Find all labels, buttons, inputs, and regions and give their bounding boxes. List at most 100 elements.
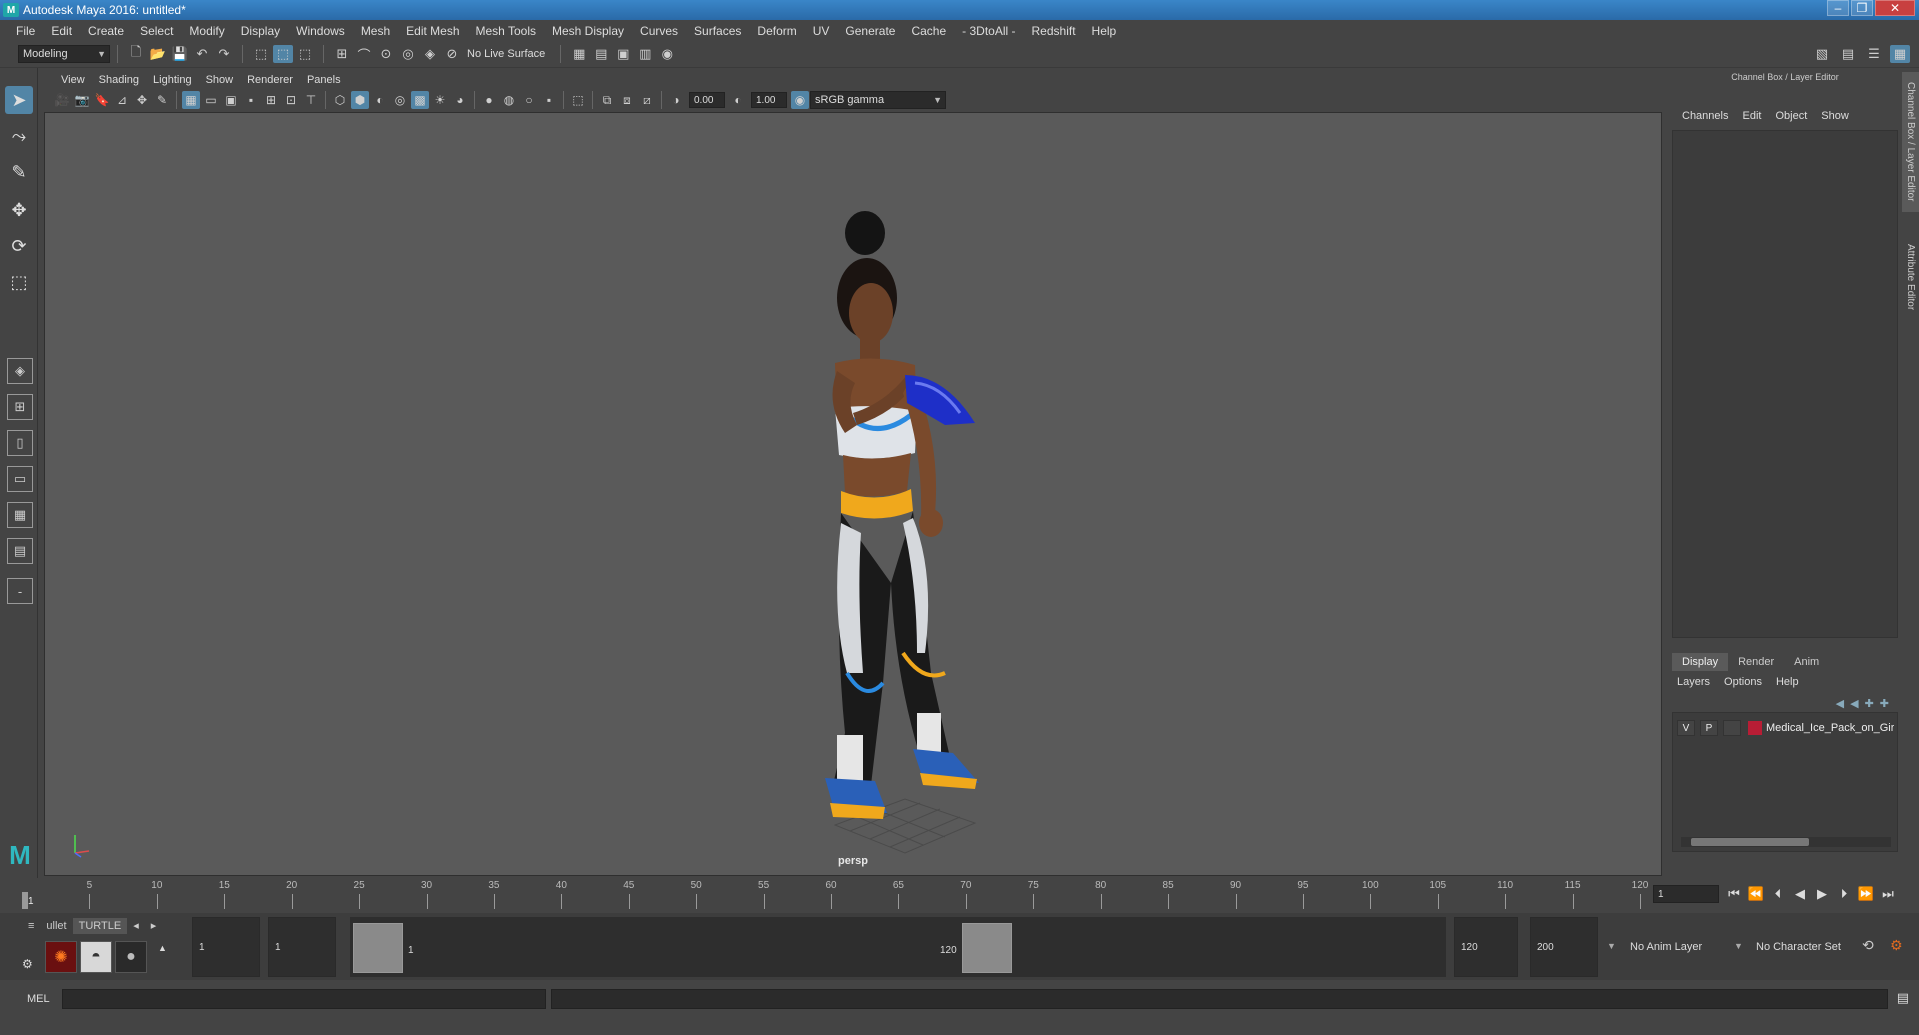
time-slider-track[interactable]: 1 5 10 15 20 25 30 35 40 45 50 55 60 65 70 75 80 85 90 95 1… [22,880,1648,909]
channel-box-icon[interactable]: ▦ [1890,45,1910,63]
four-view-layout-icon[interactable]: ⊞ [7,394,33,420]
2d-pan-zoom-icon[interactable]: ✥ [133,91,151,109]
channel-menu-object[interactable]: Object [1768,110,1814,122]
scale-tool-icon[interactable]: ⬚ [5,268,33,296]
layer-visibility-toggle[interactable]: V [1677,720,1695,736]
single-perspective-layout-icon[interactable]: ◈ [7,358,33,384]
menu-cache[interactable]: Cache [903,24,954,38]
new-layer-selected-icon[interactable]: ✚ [1880,697,1889,710]
xray-joints-icon[interactable]: ⧄ [638,91,656,109]
menu-create[interactable]: Create [80,24,132,38]
animation-start-field[interactable]: 1 [192,917,260,977]
persp-graph-layout-icon[interactable]: ▭ [7,466,33,492]
play-backwards-icon[interactable]: ◀ [1791,884,1809,904]
anti-aliasing-icon[interactable]: ○ [520,91,538,109]
shelf-scroll-left-icon[interactable]: ◂ [127,917,145,934]
scrollbar-thumb[interactable] [1691,838,1809,846]
menu-curves[interactable]: Curves [632,24,686,38]
step-back-key-icon[interactable]: ⏴ [1769,884,1787,904]
restore-button[interactable]: ❐ [1851,0,1873,16]
gamma-field[interactable]: 1.00 [751,92,787,108]
snap-point-icon[interactable]: ⊙ [376,45,396,63]
channel-box-content[interactable] [1672,130,1898,638]
modeling-toolkit-icon[interactable]: ▧ [1812,45,1832,63]
tool-settings-icon[interactable]: ☰ [1864,45,1884,63]
wireframe-icon[interactable]: ⬡ [331,91,349,109]
screen-space-ao-icon[interactable]: ● [480,91,498,109]
ipr-render-icon[interactable]: ▣ [613,45,633,63]
menu-mesh[interactable]: Mesh [353,24,398,38]
chevron-down-icon[interactable]: ▼ [1734,941,1743,951]
shadows-icon[interactable]: ◕ [451,91,469,109]
grid-icon[interactable]: ▦ [182,91,200,109]
script-editor-icon[interactable]: ▤ [1897,990,1909,1006]
tab-channel-box[interactable]: Channel Box / Layer Editor [1902,72,1919,212]
go-to-start-icon[interactable]: ⏮ [1725,884,1743,904]
layer-scrollbar[interactable] [1681,837,1891,847]
range-bar[interactable]: 1 120 [350,917,1446,977]
anim-layer-dropdown[interactable]: No Anim Layer [1622,919,1722,975]
open-scene-icon[interactable]: 📂 [148,45,168,63]
tab-bullet[interactable]: ullet [40,918,72,934]
xray-active-icon[interactable]: ⧈ [618,91,636,109]
turtle-sphere-icon[interactable]: ● [115,941,147,973]
menu-file[interactable]: File [8,24,43,38]
menu-help[interactable]: Help [1084,24,1125,38]
grease-pencil-icon[interactable]: ✎ [153,91,171,109]
perspective-viewport[interactable]: persp [44,112,1662,876]
select-object-icon[interactable]: ⬚ [273,45,293,63]
layer-menu-layers[interactable]: Layers [1677,676,1718,688]
resolution-gate-icon[interactable]: ▣ [222,91,240,109]
range-end-handle[interactable] [962,923,1012,973]
wireframe-on-shaded-icon[interactable]: ◎ [391,91,409,109]
minimize-button[interactable]: – [1827,0,1849,16]
shelf-scroll-right-icon[interactable]: ▸ [145,917,163,934]
hypershade-layout-icon[interactable]: ▦ [7,502,33,528]
go-to-end-icon[interactable]: ⏭ [1879,884,1897,904]
layer-display-type-toggle[interactable] [1723,720,1741,736]
safe-action-icon[interactable]: ⊡ [282,91,300,109]
isolate-select-icon[interactable]: ⬚ [569,91,587,109]
chevron-down-icon[interactable]: ▼ [1607,941,1616,951]
auto-key-icon[interactable]: ⟲ [1862,937,1874,954]
menu-windows[interactable]: Windows [288,24,353,38]
menu-redshift[interactable]: Redshift [1024,24,1084,38]
exposure-icon[interactable]: ◑ [667,91,685,109]
menu-edit[interactable]: Edit [43,24,80,38]
playback-end-field[interactable]: 120 [1454,917,1518,977]
channel-menu-channels[interactable]: Channels [1675,110,1735,122]
menu-mesh-display[interactable]: Mesh Display [544,24,632,38]
menu-edit-mesh[interactable]: Edit Mesh [398,24,467,38]
select-component-icon[interactable]: ⬚ [295,45,315,63]
depth-of-field-icon[interactable]: ▪ [540,91,558,109]
tab-turtle[interactable]: TURTLE [72,917,128,934]
default-material-icon[interactable]: ◐ [371,91,389,109]
render-settings-icon[interactable]: ▦ [569,45,589,63]
menuset-dropdown[interactable]: Modeling ▼ [18,45,110,63]
snap-grid-icon[interactable]: ⊞ [332,45,352,63]
menu-generate[interactable]: Generate [837,24,903,38]
panel-menu-show[interactable]: Show [199,74,241,86]
image-plane-icon[interactable]: ⊿ [113,91,131,109]
colorspace-dropdown[interactable]: sRGB gamma ▼ [810,91,946,109]
layer-menu-options[interactable]: Options [1724,676,1770,688]
range-start-handle[interactable] [353,923,403,973]
shelf-settings-icon[interactable]: ⚙ [22,957,33,971]
menu-3dtoall[interactable]: - 3DtoAll - [954,24,1023,38]
snap-surface-icon[interactable]: ◈ [420,45,440,63]
shelf-menu-icon[interactable]: ≡ [22,918,40,934]
field-chart-icon[interactable]: ⊞ [262,91,280,109]
camera-attributes-icon[interactable]: 📷 [73,91,91,109]
move-tool-icon[interactable]: ✥ [5,196,33,224]
mel-input[interactable] [62,989,546,1009]
select-tool-icon[interactable]: ➤ [5,86,33,114]
snap-curve-icon[interactable]: ⌒ [354,45,374,63]
gate-mask-icon[interactable]: ▪ [242,91,260,109]
menu-uv[interactable]: UV [805,24,838,38]
tab-attribute-editor[interactable]: Attribute Editor [1902,232,1919,322]
persp-outliner-layout-icon[interactable]: ▯ [7,430,33,456]
new-scene-icon[interactable]: 🗋 [126,44,146,63]
render-view-icon[interactable]: ▥ [635,45,655,63]
hypershade-icon[interactable]: ◉ [657,45,677,63]
undo-icon[interactable]: ↶ [192,45,212,63]
